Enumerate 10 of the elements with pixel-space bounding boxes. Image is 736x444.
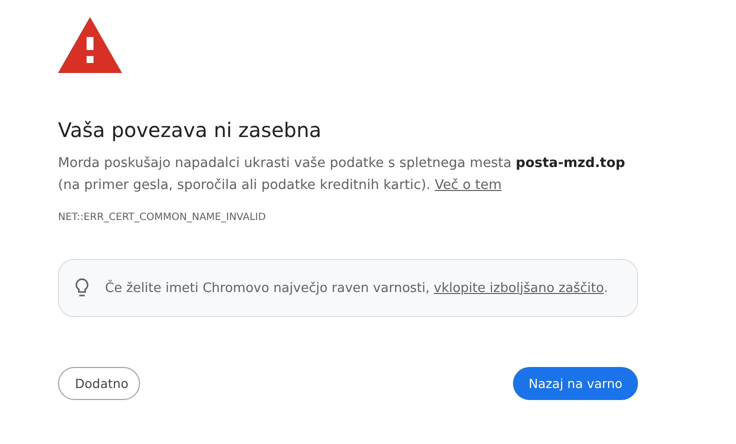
- warning-icon: [58, 17, 122, 73]
- advanced-button[interactable]: Dodatno: [58, 367, 140, 400]
- enhanced-protection-link[interactable]: vklopite izboljšano zaščito: [434, 280, 604, 296]
- back-to-safety-button[interactable]: Nazaj na varno: [513, 367, 638, 400]
- lightbulb-icon: [75, 278, 89, 298]
- tip-text: Če želite imeti Chromovo največjo raven varnosti, vklopite izboljšano zaščito.: [105, 280, 608, 296]
- warning-message: Morda poskušajo napadalci ukrasti vaše podatke s spletnega mesta posta-mzd.top (na primer gesla, sporočila ali podatke kreditnih kartic). Več o tem: [58, 155, 626, 195]
- error-code: NET::ERR_CERT_COMMON_NAME_INVALID: [58, 211, 267, 225]
- learn-more-link[interactable]: Več o tem: [434, 178, 502, 193]
- page-title: Vaša povezava ni zasebna: [58, 117, 322, 144]
